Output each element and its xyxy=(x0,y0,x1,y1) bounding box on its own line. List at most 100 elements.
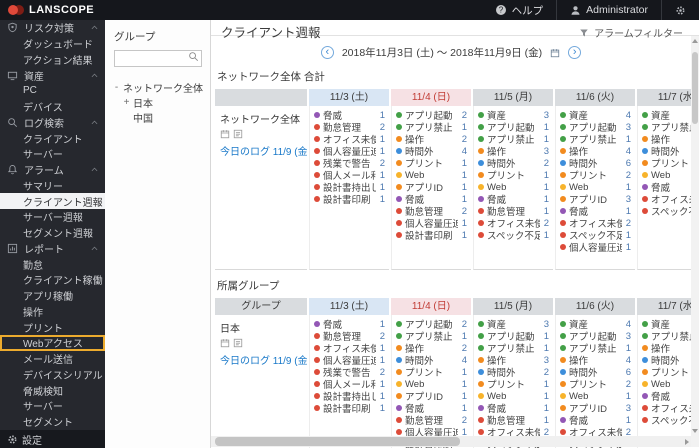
group-name: 日本 xyxy=(220,324,240,335)
sidebar-item[interactable]: サーバー xyxy=(0,398,105,414)
vertical-scrollbar[interactable] xyxy=(691,36,699,436)
tree-node[interactable]: - ネットワーク全体 xyxy=(105,80,210,95)
sidebar-item[interactable]: アクション結果 xyxy=(0,52,105,68)
alarm-row: プリント 1 xyxy=(474,169,553,182)
collapse-toggle[interactable]: - xyxy=(112,82,121,93)
shield-icon xyxy=(7,22,20,33)
alarm-dot xyxy=(396,208,402,214)
table-corner-column: グループ 日本 今日のログ 11/9 (金) xyxy=(215,298,307,448)
tree-node[interactable]: 中国 xyxy=(105,110,210,125)
day-alarm-cell: 資産 4 アプリ起動 3 アプリ禁止 1 操作 4 時間外 6 プリント 2 Web 1 アプリID 3 脅威 1… xyxy=(555,315,635,448)
sidebar-item[interactable]: Webアクセス xyxy=(0,335,105,351)
alarm-category: Web xyxy=(569,181,589,193)
day-column: 11/5 (月) 資産 3 アプリ起動 1 アプリ禁止 1 操作 3 時間外 2 プリント 1 Web 1 脅… xyxy=(473,89,553,270)
weekly-block-groups: 所属グループ グループ 日本 今日のログ 11/9 (金) 11/3 (土) 脅威 1 勤怠管… xyxy=(215,278,699,448)
sidebar-item[interactable]: 脅威検知 xyxy=(0,382,105,398)
alarm-count: 1 xyxy=(461,217,467,229)
alarm-dot xyxy=(560,357,566,363)
user-menu[interactable]: Administrator xyxy=(556,0,661,20)
sidebar-item[interactable]: セグメント xyxy=(0,414,105,430)
alarm-dot xyxy=(314,136,320,142)
day-column: 11/6 (火) 資産 4 アプリ起動 3 アプリ禁止 1 操作 4 時間外 6 プリント 2 Web 1 ア… xyxy=(555,298,635,448)
alarm-count: 1 xyxy=(625,229,631,241)
sidebar-item[interactable]: メール送信 xyxy=(0,351,105,367)
alarm-count: 1 xyxy=(625,181,631,193)
expand-toggle[interactable]: + xyxy=(122,97,131,108)
alarm-count: 1 xyxy=(379,181,385,193)
sidebar-section-3[interactable]: アラーム xyxy=(0,162,105,178)
sidebar-item[interactable]: プリント xyxy=(0,319,105,335)
alarm-dot xyxy=(396,369,402,375)
alarm-count: 3 xyxy=(625,193,631,205)
alarm-filter-button[interactable]: アラームフィルター xyxy=(579,25,683,40)
sidebar-section-0[interactable]: リスク対策 xyxy=(0,20,105,36)
sidebar-item[interactable]: アプリ稼働 xyxy=(0,288,105,304)
scroll-up-icon[interactable] xyxy=(692,39,698,43)
page-title: クライアント週報 xyxy=(221,26,321,40)
sidebar-section-1[interactable]: 資産 xyxy=(0,67,105,83)
help-button[interactable]: ? ヘルプ xyxy=(482,0,557,20)
bell-icon xyxy=(7,164,20,175)
tree-node-label: 日本 xyxy=(133,99,153,110)
vertical-scroll-thumb[interactable] xyxy=(692,52,698,124)
alarm-count: 2 xyxy=(379,157,385,169)
chevron-up-icon xyxy=(90,23,99,32)
tree-node[interactable]: + 日本 xyxy=(105,95,210,110)
sidebar-item[interactable]: セグメント週報 xyxy=(0,225,105,241)
alarm-category: プリント xyxy=(487,171,526,182)
alarm-dot xyxy=(642,124,648,130)
today-log-link[interactable]: 今日のログ 11/9 (金) xyxy=(220,143,307,158)
alarm-dot xyxy=(642,112,648,118)
sidebar-item[interactable]: クライアント週報 xyxy=(0,193,105,209)
scroll-right-icon[interactable] xyxy=(685,438,689,445)
alarm-category: プリント xyxy=(569,171,608,182)
alarm-count: 3 xyxy=(543,354,549,366)
settings-menu-button[interactable] xyxy=(661,0,699,20)
alarm-dot xyxy=(396,160,402,166)
alarm-count: 1 xyxy=(543,342,549,354)
alarm-dot xyxy=(642,357,648,363)
sidebar-section-2[interactable]: ログ検索 xyxy=(0,115,105,131)
alarm-category: プリント xyxy=(569,380,608,391)
sidebar-item[interactable]: サーバー xyxy=(0,146,105,162)
horizontal-scrollbar[interactable] xyxy=(211,436,691,447)
day-header: 11/3 (土) xyxy=(309,298,389,315)
search-icon xyxy=(7,117,20,128)
sidebar-section-4[interactable]: レポート xyxy=(0,241,105,257)
sidebar-item[interactable]: 操作 xyxy=(0,304,105,320)
calendar-icon[interactable] xyxy=(550,48,560,58)
sidebar-item[interactable]: サマリー xyxy=(0,178,105,194)
sidebar-item[interactable]: ダッシュボード xyxy=(0,36,105,52)
tree-node-label: 中国 xyxy=(133,114,153,125)
alarm-count: 1 xyxy=(543,330,549,342)
sidebar-item[interactable]: クライアント xyxy=(0,130,105,146)
horizontal-scroll-thumb[interactable] xyxy=(215,437,460,446)
sidebar-footer-settings[interactable]: 設定 xyxy=(0,430,105,448)
alarm-count: 1 xyxy=(625,342,631,354)
day-column: 11/7 (水)資産アプリ禁止操作時間外プリントWeb脅威オフィス未使用スペック… xyxy=(637,298,699,448)
group-cell: ネットワーク全体 今日のログ 11/9 (金) xyxy=(215,106,307,270)
alarm-count: 1 xyxy=(379,133,385,145)
today-log-link[interactable]: 今日のログ 11/9 (金) xyxy=(220,352,307,367)
alarm-row: プリント 1 xyxy=(474,378,553,391)
alarm-category: スペック不足 xyxy=(487,231,540,242)
next-week-button[interactable]: › xyxy=(568,46,582,59)
scroll-down-icon[interactable] xyxy=(692,429,698,433)
search-icon[interactable] xyxy=(188,51,199,62)
sidebar-item[interactable]: クライアント稼働 xyxy=(0,272,105,288)
sidebar-item[interactable]: デバイスシリアル xyxy=(0,367,105,383)
sidebar-item[interactable]: デバイス xyxy=(0,99,105,115)
day-header: 11/6 (火) xyxy=(555,298,635,315)
chart-icon xyxy=(233,129,243,139)
alarm-dot xyxy=(396,333,402,339)
sidebar-item[interactable]: サーバー週報 xyxy=(0,209,105,225)
alarm-dot xyxy=(314,112,320,118)
sidebar-item[interactable]: PC xyxy=(0,83,105,99)
alarm-dot xyxy=(396,345,402,351)
alarm-dot xyxy=(314,345,320,351)
alarm-dot xyxy=(478,232,484,238)
prev-week-button[interactable]: ‹ xyxy=(320,46,334,59)
calendar-icon xyxy=(220,338,230,348)
sidebar-item[interactable]: 勤怠 xyxy=(0,256,105,272)
alarm-dot xyxy=(560,124,566,130)
